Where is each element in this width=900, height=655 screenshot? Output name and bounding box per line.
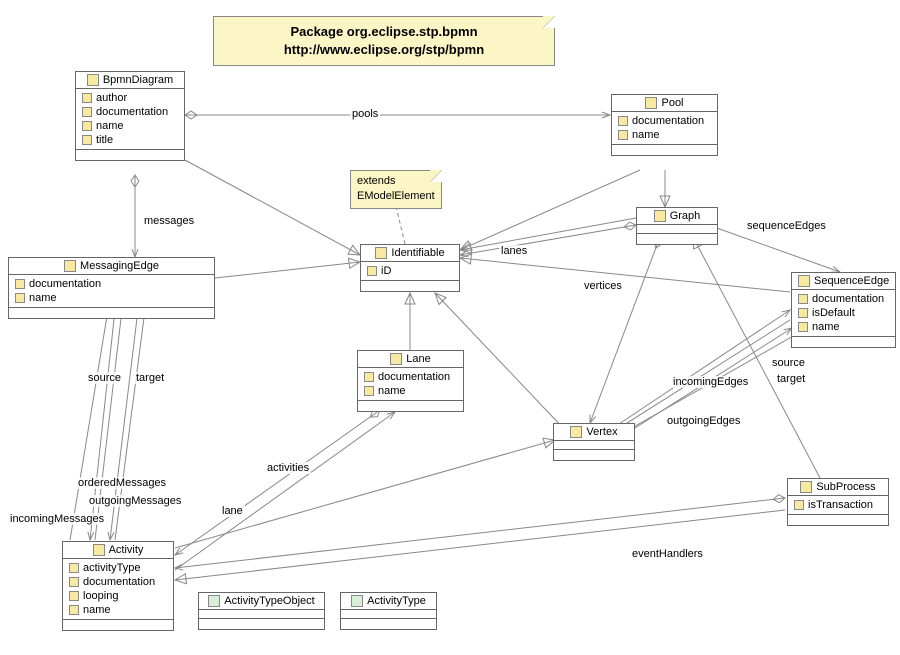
class-graph-name: Graph [670, 210, 701, 222]
attr: documentation [612, 114, 717, 128]
edge-label-source-msg: source [86, 372, 123, 384]
class-pool-name: Pool [661, 97, 683, 109]
edge-label-target-msg: target [134, 372, 166, 384]
attr: activityType [63, 561, 173, 575]
attr: name [612, 128, 717, 142]
class-pool: Pool documentation name [611, 94, 718, 156]
attr: title [76, 133, 184, 147]
attr: iD [361, 264, 459, 278]
edge-label-incomingedges: incomingEdges [671, 376, 750, 388]
edge-label-activities: activities [265, 462, 311, 474]
class-lane: Lane documentation name [357, 350, 464, 412]
class-identifiable: Identifiable iD [360, 244, 460, 292]
attr: documentation [76, 105, 184, 119]
package-note: Package org.eclipse.stp.bpmn http://www.… [213, 16, 555, 66]
attr: name [76, 119, 184, 133]
attr: isTransaction [788, 498, 888, 512]
class-activitytype-name: ActivityType [367, 595, 426, 607]
class-vertex-name: Vertex [586, 426, 617, 438]
edge-label-outgoingmessages: outgoingMessages [87, 495, 183, 507]
edge-label-incomingmessages: incomingMessages [8, 513, 106, 525]
class-sequenceedge-name: SequenceEdge [814, 275, 889, 287]
edge-label-vertices: vertices [582, 280, 624, 292]
class-activitytype: ActivityType [340, 592, 437, 630]
attr: name [792, 320, 895, 334]
attr: name [9, 291, 214, 305]
attr: documentation [9, 277, 214, 291]
attr: documentation [63, 575, 173, 589]
class-subprocess: SubProcess isTransaction [787, 478, 889, 526]
edge-label-source-seq: source [770, 357, 807, 369]
class-activity-name: Activity [109, 544, 144, 556]
class-lane-name: Lane [406, 353, 430, 365]
edge-label-target-seq: target [775, 373, 807, 385]
edge-label-lane: lane [220, 505, 245, 517]
attr: author [76, 91, 184, 105]
edge-label-lanes: lanes [499, 245, 529, 257]
class-sequenceedge: SequenceEdge documentation isDefault nam… [791, 272, 896, 348]
extends-note: extends EModelElement [350, 170, 442, 209]
class-bpmndiagram: BpmnDiagram author documentation name ti… [75, 71, 185, 161]
edge-label-orderedmessages: orderedMessages [76, 477, 168, 489]
class-vertex: Vertex [553, 423, 635, 461]
class-activitytypeobject: ActivityTypeObject [198, 592, 325, 630]
edge-label-outgoingedges: outgoingEdges [665, 415, 742, 427]
attr: documentation [792, 292, 895, 306]
class-graph: Graph [636, 207, 718, 245]
attr: documentation [358, 370, 463, 384]
class-activitytypeobject-name: ActivityTypeObject [224, 595, 314, 607]
edge-label-eventhandlers: eventHandlers [630, 548, 705, 560]
attr: isDefault [792, 306, 895, 320]
class-messagingedge: MessagingEdge documentation name [8, 257, 215, 319]
attr: looping [63, 589, 173, 603]
attr: name [358, 384, 463, 398]
attr: name [63, 603, 173, 617]
edge-label-messages: messages [142, 215, 196, 227]
package-note-line1: Package org.eclipse.stp.bpmn [224, 23, 544, 41]
edge-label-pools: pools [350, 108, 380, 120]
package-note-line2: http://www.eclipse.org/stp/bpmn [224, 41, 544, 59]
edge-label-sequenceedges: sequenceEdges [745, 220, 828, 232]
class-identifiable-name: Identifiable [391, 247, 444, 259]
class-messagingedge-name: MessagingEdge [80, 260, 159, 272]
class-subprocess-name: SubProcess [816, 481, 875, 493]
class-bpmndiagram-name: BpmnDiagram [103, 74, 173, 86]
class-activity: Activity activityType documentation loop… [62, 541, 174, 631]
